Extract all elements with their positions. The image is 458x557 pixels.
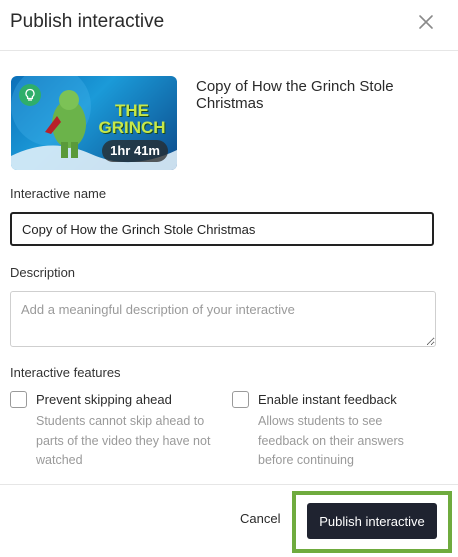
description-label: Description [10, 265, 76, 280]
thumbnail-title-art: THE GRINCH [98, 101, 166, 137]
interactive-features-label: Interactive features [10, 365, 121, 380]
cancel-button[interactable]: Cancel [240, 511, 280, 526]
feature-title: Prevent skipping ahead [36, 392, 172, 407]
prevent-skipping-checkbox[interactable] [10, 391, 27, 408]
feature-description: Students cannot skip ahead to parts of t… [36, 414, 211, 467]
duration-badge: 1hr 41m [102, 140, 168, 162]
footer-divider [0, 484, 458, 485]
close-icon[interactable] [414, 10, 438, 34]
publish-interactive-button[interactable]: Publish interactive [307, 503, 437, 539]
video-title: Copy of How the Grinch Stole Christmas [196, 78, 394, 112]
interactive-name-label: Interactive name [10, 186, 107, 201]
description-textarea[interactable] [10, 291, 436, 347]
dialog-header: Publish interactive [0, 0, 458, 51]
dialog-title: Publish interactive [10, 11, 165, 32]
instant-feedback-checkbox[interactable] [232, 391, 249, 408]
feature-description: Allows students to see feedback on their… [258, 414, 404, 467]
feature-title: Enable instant feedback [258, 392, 397, 407]
publish-dialog: Publish interactive THE GRINCH 1hr 41m C… [0, 0, 458, 557]
lightbulb-icon [19, 84, 41, 106]
video-thumbnail: THE GRINCH 1hr 41m [11, 76, 177, 170]
interactive-name-input[interactable] [10, 212, 434, 246]
